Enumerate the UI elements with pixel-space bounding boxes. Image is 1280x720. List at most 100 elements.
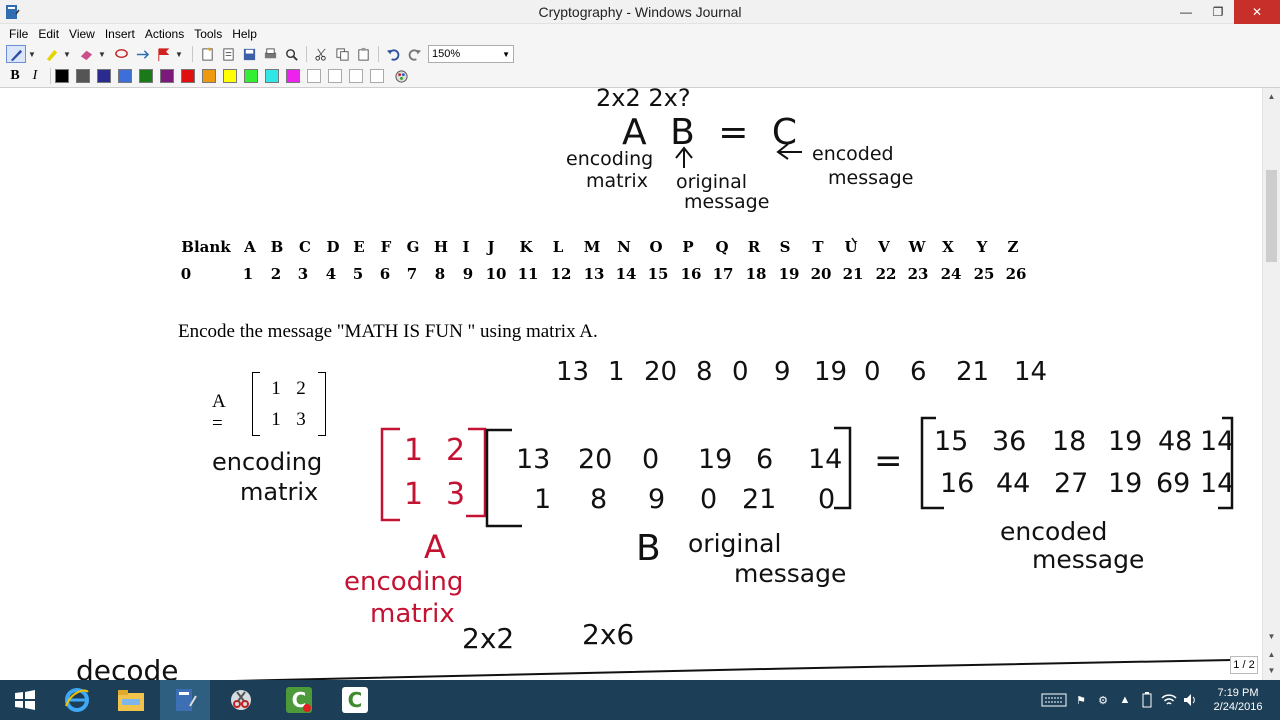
undo-button[interactable] <box>383 45 403 63</box>
vertical-scrollbar[interactable]: ▲ ▼ ▲ ▼ <box>1262 88 1280 680</box>
previous-page-arrow-icon[interactable]: ▲ <box>1263 646 1280 663</box>
pen-settings-button[interactable] <box>391 67 411 85</box>
taskbar-camtasia-studio[interactable]: C <box>330 680 380 720</box>
ink-a-matrix: matrix <box>240 478 318 506</box>
ink-dim-a: 2x2 <box>462 622 514 655</box>
ink-number: 19 <box>698 444 732 475</box>
zoom-select[interactable]: 150% ▼ <box>428 45 514 63</box>
taskbar-windows-journal[interactable] <box>160 680 210 720</box>
windows-logo-icon <box>15 690 35 710</box>
camtasia-studio-icon: C <box>342 687 368 713</box>
menu-help[interactable]: Help <box>227 27 262 41</box>
pen-width-fine-button[interactable] <box>307 69 321 83</box>
scroll-down-arrow-icon[interactable]: ▼ <box>1263 628 1280 645</box>
save-button[interactable] <box>239 45 259 63</box>
show-hidden-icons-chevron-icon[interactable]: ▲ <box>1114 689 1136 711</box>
volume-icon[interactable] <box>1180 689 1202 711</box>
toolbar-separator <box>378 46 379 62</box>
color-swatch-button[interactable] <box>223 69 237 83</box>
menu-edit[interactable]: Edit <box>33 27 64 41</box>
color-swatch-button[interactable] <box>265 69 279 83</box>
ink-b-row-1: 13 20 0 19 6 14 <box>516 444 842 475</box>
cut-button[interactable] <box>311 45 331 63</box>
bold-button[interactable]: B <box>6 68 24 84</box>
menu-file[interactable]: File <box>4 27 33 41</box>
ink-number: 6 <box>756 444 773 475</box>
ink-equals: = <box>874 441 903 481</box>
taskbar-internet-explorer[interactable] <box>52 680 102 720</box>
redo-button[interactable] <box>404 45 424 63</box>
italic-button[interactable]: I <box>26 68 44 84</box>
ink-number: 8 <box>590 484 607 515</box>
ink-number: 9 <box>648 484 665 515</box>
pen-width-marker-button[interactable] <box>370 69 384 83</box>
ink-c-row-2: 16 44 27 19 69 14 <box>940 468 1234 499</box>
pen-dropdown-arrow[interactable]: ▼ <box>27 45 37 63</box>
color-swatch-button[interactable] <box>139 69 153 83</box>
highlighter-dropdown-arrow[interactable]: ▼ <box>62 45 72 63</box>
clock-time: 7:19 PM <box>1217 687 1259 699</box>
close-button[interactable]: ✕ <box>1234 0 1280 24</box>
taskbar-snipping-tool[interactable] <box>216 680 266 720</box>
color-swatch-button[interactable] <box>118 69 132 83</box>
new-note-button[interactable] <box>197 45 217 63</box>
flag-dropdown-arrow[interactable]: ▼ <box>174 45 184 63</box>
eraser-tool-button[interactable] <box>76 45 96 63</box>
menu-tools[interactable]: Tools <box>189 27 227 41</box>
color-swatch-button[interactable] <box>181 69 195 83</box>
scissors-icon <box>231 690 251 710</box>
next-page-arrow-icon[interactable]: ▼ <box>1263 662 1280 679</box>
pen-width-thick-button[interactable] <box>349 69 363 83</box>
settings-icon[interactable]: ⚙ <box>1092 689 1114 711</box>
flag-tool-button[interactable] <box>153 45 173 63</box>
journal-page[interactable]: Blank A B C D E F G H I J K L M N O P Q R S T U V W X Y Z 01234567… <box>0 88 1262 680</box>
print-button[interactable] <box>260 45 280 63</box>
ink-number: 13 <box>516 444 550 475</box>
color-swatch-button[interactable] <box>244 69 258 83</box>
open-note-button[interactable] <box>218 45 238 63</box>
scroll-up-arrow-icon[interactable]: ▲ <box>1263 88 1280 105</box>
ink-red-matrix: 1 2 1 3 <box>404 433 465 512</box>
color-swatch-button[interactable] <box>97 69 111 83</box>
color-swatch-button[interactable] <box>202 69 216 83</box>
ink-a-encoding: encoding <box>212 448 322 476</box>
taskbar: C C ⚑ ⚙ ▲ 7:19 PM 2/24/2016 <box>0 680 1280 720</box>
menu-actions[interactable]: Actions <box>140 27 189 41</box>
ink-separator-line <box>229 659 1233 680</box>
ink-equation: A B = C <box>622 112 803 153</box>
ink-number: 20 <box>644 357 677 387</box>
insert-space-button[interactable] <box>132 45 152 63</box>
ink-c-row-1: 15 36 18 19 48 14 <box>934 426 1234 457</box>
undo-icon <box>386 48 399 61</box>
taskbar-file-explorer[interactable] <box>106 680 156 720</box>
find-button[interactable] <box>281 45 301 63</box>
lasso-tool-button[interactable] <box>111 45 131 63</box>
taskbar-clock[interactable]: 7:19 PM 2/24/2016 <box>1206 686 1270 714</box>
eraser-dropdown-arrow[interactable]: ▼ <box>97 45 107 63</box>
menu-insert[interactable]: Insert <box>100 27 140 41</box>
color-swatch-button[interactable] <box>55 69 69 83</box>
ink-number: 21 <box>742 484 776 515</box>
scrollbar-thumb[interactable] <box>1266 170 1277 262</box>
pen-width-medium-button[interactable] <box>328 69 342 83</box>
paste-button[interactable] <box>353 45 373 63</box>
color-swatch-button[interactable] <box>286 69 300 83</box>
ink-red-encoding: encoding <box>344 567 463 597</box>
ink-encoding-label: encoding <box>566 148 653 170</box>
flag-icon[interactable]: ⚑ <box>1070 689 1092 711</box>
ink-b-original: original <box>688 529 781 558</box>
wifi-icon[interactable] <box>1158 689 1180 711</box>
taskbar-camtasia-recorder[interactable]: C <box>274 680 324 720</box>
highlighter-tool-button[interactable] <box>41 45 61 63</box>
start-button[interactable] <box>0 680 50 720</box>
battery-icon[interactable] <box>1136 689 1158 711</box>
color-swatch-button[interactable] <box>76 69 90 83</box>
menu-view[interactable]: View <box>64 27 100 41</box>
minimize-button[interactable]: — <box>1170 0 1202 24</box>
copy-button[interactable] <box>332 45 352 63</box>
color-swatch-button[interactable] <box>160 69 174 83</box>
restore-button[interactable]: ❐ <box>1202 0 1234 24</box>
pen-tool-button[interactable] <box>6 45 26 63</box>
ink-number-sequence: 13 1 20 8 0 9 19 0 6 21 14 <box>556 357 1047 387</box>
touch-keyboard-icon[interactable] <box>1038 689 1070 711</box>
